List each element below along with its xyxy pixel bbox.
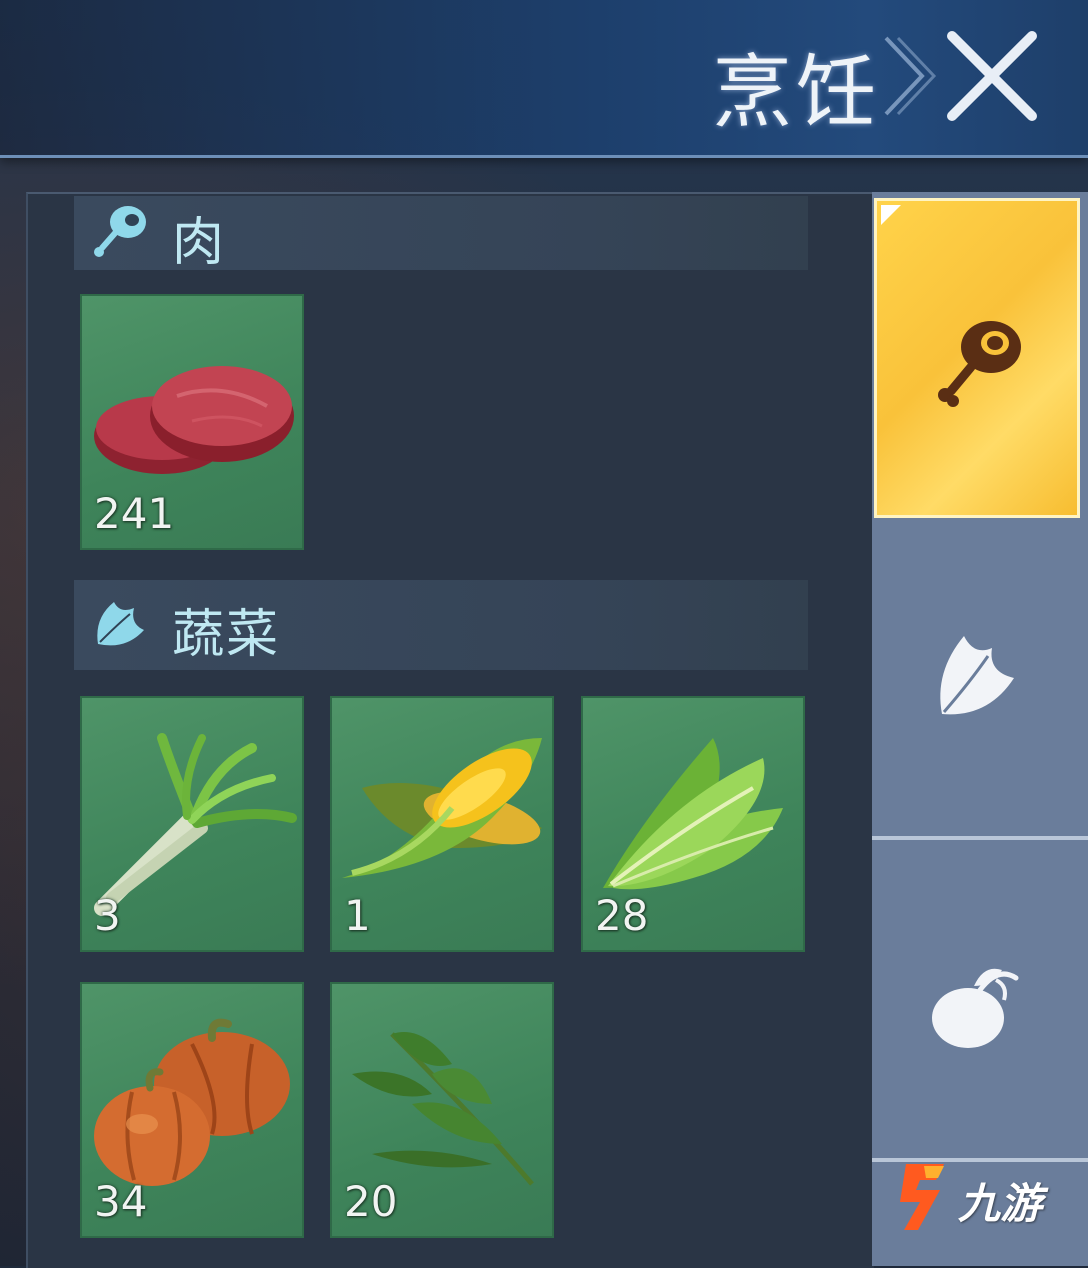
item-count: 3 xyxy=(94,891,121,940)
item-count: 28 xyxy=(595,891,649,940)
tab-meat[interactable] xyxy=(874,198,1080,518)
item-card-lettuce[interactable]: 28 xyxy=(581,696,805,952)
header-bar: 烹饪 xyxy=(0,0,1088,158)
item-count: 34 xyxy=(94,1177,148,1226)
section-label-vegetables: 蔬菜 xyxy=(172,605,281,665)
close-icon[interactable] xyxy=(940,24,1044,128)
item-card-corn[interactable]: 1 xyxy=(330,696,554,952)
section-label-meat: 肉 xyxy=(172,213,227,273)
item-count: 1 xyxy=(344,891,371,940)
item-card-scallion[interactable]: 3 xyxy=(80,696,304,952)
leaf-vegetable-icon xyxy=(97,602,144,646)
meat-leg-icon xyxy=(94,206,146,257)
watermark-text: 九游 xyxy=(958,1179,1043,1228)
section-header-meat: 肉 xyxy=(74,196,808,273)
corner-marker-icon xyxy=(881,205,901,225)
category-tabs xyxy=(872,192,1088,1266)
item-count: 241 xyxy=(94,489,175,538)
meat-leg-icon xyxy=(938,321,1021,407)
leaf-vegetable-icon xyxy=(940,636,1014,715)
item-count: 20 xyxy=(344,1177,398,1226)
page-title: 烹饪 xyxy=(712,46,880,139)
watermark-logo: 九游 xyxy=(896,1156,1066,1236)
nine-game-logo-icon xyxy=(900,1164,944,1230)
item-card-herb[interactable]: 20 xyxy=(330,982,554,1238)
diamond-deco-icon xyxy=(884,36,937,116)
section-header-vegetables: 蔬菜 xyxy=(74,580,808,670)
item-card-raw-meat[interactable]: 241 xyxy=(80,294,304,550)
tab-fruits[interactable] xyxy=(872,840,1088,1156)
item-card-pumpkin[interactable]: 34 xyxy=(80,982,304,1238)
fruit-icon xyxy=(932,968,1019,1048)
tab-vegetables[interactable] xyxy=(872,522,1088,834)
